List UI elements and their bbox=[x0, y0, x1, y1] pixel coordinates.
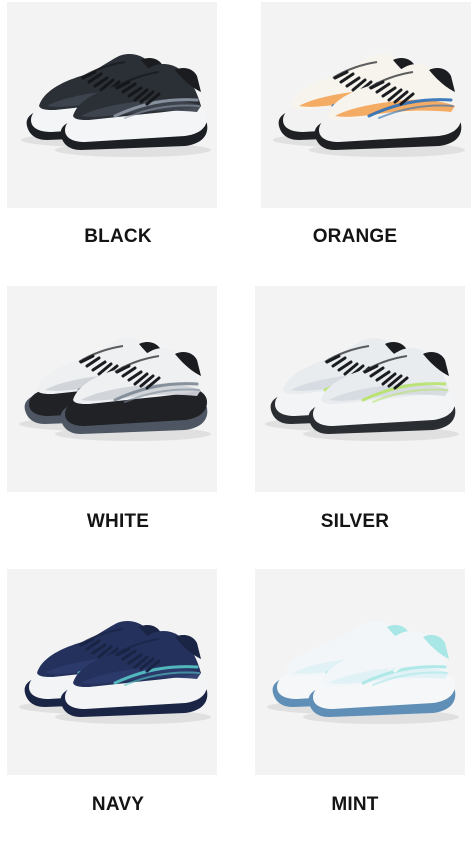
color-label: ORANGE bbox=[312, 226, 398, 247]
product-card-orange[interactable]: ORANGE bbox=[237, 0, 473, 283]
product-card-black[interactable]: BLACK bbox=[0, 0, 236, 283]
sneaker-image bbox=[267, 621, 459, 724]
color-label: NAVY bbox=[91, 794, 145, 815]
sneaker-image bbox=[265, 338, 459, 441]
product-photo[interactable] bbox=[255, 569, 465, 775]
color-label: BLACK bbox=[84, 226, 152, 247]
sneaker-image bbox=[19, 621, 211, 724]
product-card-white[interactable]: WHITE bbox=[0, 283, 236, 566]
product-photo[interactable] bbox=[7, 286, 217, 492]
sneaker-image bbox=[19, 338, 211, 441]
product-card-navy[interactable]: NAVY bbox=[0, 566, 236, 849]
product-photo[interactable] bbox=[7, 2, 217, 208]
product-photo[interactable] bbox=[255, 286, 465, 492]
product-photo[interactable] bbox=[7, 569, 217, 775]
sneaker-image bbox=[21, 54, 211, 157]
color-label: MINT bbox=[331, 794, 379, 815]
product-photo[interactable] bbox=[261, 2, 471, 208]
color-label: SILVER bbox=[320, 511, 390, 532]
product-color-grid: BLACK ORANGE WHITE SILVER NAVY MINT bbox=[0, 0, 473, 826]
color-label: WHITE bbox=[86, 511, 150, 532]
product-card-silver[interactable]: SILVER bbox=[237, 283, 473, 566]
product-card-mint[interactable]: MINT bbox=[237, 566, 473, 849]
sneaker-image bbox=[273, 54, 465, 157]
